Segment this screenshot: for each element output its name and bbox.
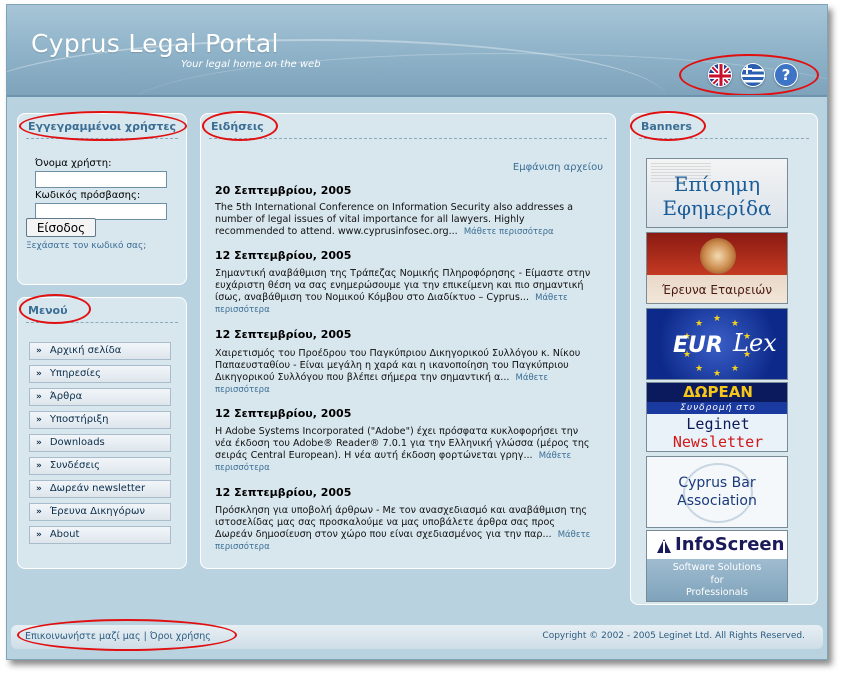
- news-item: Σημαντική αναβάθμιση της Τράπεζας Νομική…: [215, 268, 591, 315]
- company-search-banner[interactable]: Έρευνα Εταιρειών: [646, 232, 788, 304]
- infoscreen-title: InfoScreen: [675, 534, 785, 555]
- news-item: Η Adobe Systems Incorporated ("Adobe") έ…: [215, 426, 590, 473]
- news-date: 12 Σεπτεμβρίου, 2005: [215, 249, 352, 262]
- infoscreen-logo-icon: [655, 537, 673, 555]
- forgot-password-link[interactable]: Ξεχάσατε τον κωδικό σας;: [26, 241, 146, 251]
- highlight-circle: [679, 54, 819, 95]
- news-panel: Ειδήσεις Εμφάνιση αρχείου 20 Σεπτεμβρίου…: [200, 113, 616, 569]
- menu-item-support[interactable]: » Υποστήριξη: [29, 411, 171, 429]
- news-item: The 5th International Conference on Info…: [215, 202, 574, 237]
- archive-link[interactable]: Εμφάνιση αρχείου: [513, 162, 603, 173]
- news-date: 12 Σεπτεμβρίου, 2005: [215, 407, 352, 420]
- gazette-line2: Εφημερίδα: [662, 196, 772, 220]
- svg-text:★: ★: [695, 364, 703, 374]
- eurlex-banner[interactable]: ★ ★ ★ ★ ★ ★ ★ ★ ★ ★ EUR Lex: [646, 308, 788, 380]
- infoscreen-banner[interactable]: InfoScreen Software Solutions for Profes…: [646, 530, 788, 602]
- bar-line1: Cyprus Bar: [678, 475, 756, 491]
- copyright: Copyright © 2002 - 2005 Leginet Ltd. All…: [542, 631, 805, 641]
- menu-item-newsletter[interactable]: » Δωρεάν newsletter: [29, 480, 171, 498]
- company-search-label: Έρευνα Εταιρειών: [661, 283, 773, 297]
- infoscreen-line4: Professionals: [685, 587, 749, 598]
- menu-item-lawyer-search[interactable]: » Έρευνα Δικηγόρων: [29, 503, 171, 521]
- menu-item-articles[interactable]: » Άρθρα: [29, 388, 171, 406]
- bar-line2: Association: [677, 493, 757, 509]
- cyprus-bar-association-banner[interactable]: Cyprus Bar Association: [646, 456, 788, 528]
- newsletter-newsletter-label: Newsletter: [672, 433, 764, 451]
- password-label: Κωδικός πρόσβασης:: [35, 190, 141, 201]
- portal-frame: Cyprus Legal Portal Your legal home on t…: [6, 4, 828, 660]
- news-date: 12 Σεπτεμβρίου, 2005: [215, 486, 352, 499]
- infoscreen-line3: for: [710, 575, 724, 586]
- username-label: Όνομα χρήστη:: [35, 158, 112, 169]
- news-date: 20 Σεπτεμβρίου, 2005: [215, 184, 352, 197]
- svg-text:★: ★: [713, 369, 721, 379]
- gazette-line1: Επίσημη: [673, 172, 761, 196]
- highlight-circle: [17, 619, 237, 651]
- banners-panel: Banners Επίσημη Εφημερίδα Έρευνα Εταιρει…: [630, 113, 818, 605]
- infoscreen-line2: Software Solutions: [672, 562, 762, 573]
- eurlex-text-lex: Lex: [733, 329, 777, 357]
- menu-item-home[interactable]: » Αρχική σελίδα: [29, 342, 171, 360]
- spiral-logo-icon: [700, 238, 736, 274]
- news-date: 12 Σεπτεμβρίου, 2005: [215, 328, 352, 341]
- svg-text:★: ★: [713, 314, 721, 324]
- official-gazette-banner[interactable]: Επίσημη Εφημερίδα: [646, 158, 788, 228]
- menu-item-links[interactable]: » Συνδέσεις: [29, 457, 171, 475]
- menu-item-services[interactable]: » Υπηρεσίες: [29, 365, 171, 383]
- read-more-link[interactable]: Μάθετε περισσότερα: [464, 227, 554, 237]
- menu-item-about[interactable]: » About: [29, 526, 171, 544]
- site-title: Cyprus Legal Portal: [31, 29, 279, 58]
- highlight-circle: [630, 111, 706, 141]
- highlight-circle: [19, 111, 187, 141]
- site-header: Cyprus Legal Portal Your legal home on t…: [7, 5, 827, 97]
- news-item: Πρόσκληση για υποβολή άρθρων - Με τον αν…: [215, 505, 591, 552]
- svg-text:★: ★: [731, 364, 739, 374]
- menu-item-downloads[interactable]: » Downloads: [29, 434, 171, 452]
- newsletter-free-label: ΔΩΡΕΑΝ: [647, 383, 787, 402]
- newsletter-subscription-label: Συνδρομή στο: [647, 402, 787, 414]
- svg-text:★: ★: [731, 319, 739, 329]
- highlight-circle: [19, 294, 91, 324]
- highlight-circle: [202, 111, 278, 141]
- divider: [209, 138, 607, 139]
- svg-text:★: ★: [695, 319, 703, 329]
- username-input[interactable]: [35, 171, 167, 188]
- newsletter-banner[interactable]: ΔΩΡΕΑΝ Συνδρομή στο Leginet Newsletter: [646, 382, 788, 452]
- news-item: Χαιρετισμός του Προέδρου του Παγκύπριου …: [215, 348, 581, 395]
- eurlex-text-eur: EUR: [673, 333, 723, 358]
- site-tagline: Your legal home on the web: [181, 59, 321, 70]
- login-button[interactable]: Είσοδος: [26, 218, 96, 237]
- newsletter-leginet-label: Leginet: [686, 415, 750, 433]
